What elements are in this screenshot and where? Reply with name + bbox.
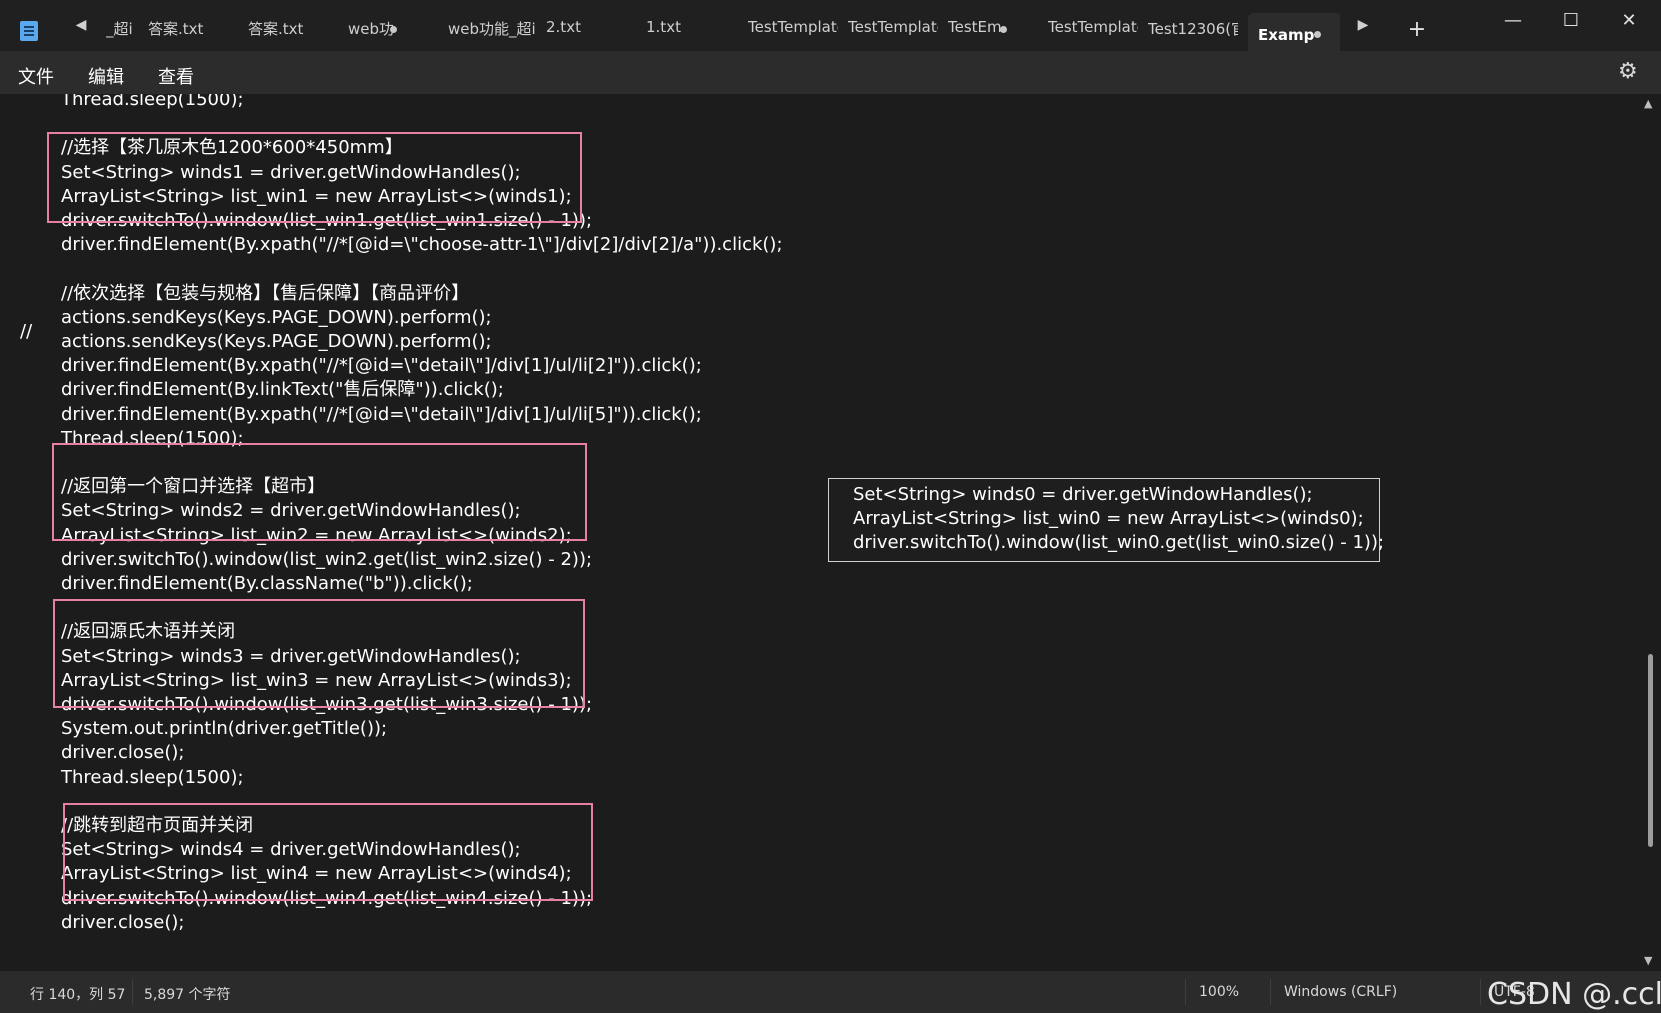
title-bar: ◀ _超i 答案.txt 答案.txt web功 web功能_超i 2.txt 1.txt T… <box>0 0 1661 51</box>
line-ending[interactable]: Windows (CRLF) <box>1284 984 1397 1000</box>
status-divider <box>1270 979 1271 1005</box>
popup-line: Set<String> winds0 = driver.getWindowHan… <box>853 484 1313 505</box>
popup-line: driver.switchTo().window(list_win0.get(l… <box>853 532 1385 553</box>
tab-3[interactable]: web功 <box>348 18 418 48</box>
tab-label: TestTemplate <box>1048 18 1138 36</box>
menu-bar: 文件 编辑 查看 ⚙ <box>0 51 1661 94</box>
code-line: driver.switchTo().window(list_win2.get(l… <box>61 548 593 570</box>
popup-line: ArrayList<String> list_win0 = new ArrayL… <box>853 508 1364 529</box>
character-count: 5,897 个字符 <box>144 987 231 1003</box>
maximize-button[interactable]: ☐ <box>1556 10 1586 31</box>
tab-scroll-left-icon[interactable]: ◀ <box>70 17 92 33</box>
tab-9[interactable]: TestEm <box>948 18 1028 48</box>
code-line: //依次选择【包装与规格】【售后保障】【商品评价】 <box>61 282 470 304</box>
code-line: actions.sendKeys(Keys.PAGE_DOWN).perform… <box>61 331 492 352</box>
status-divider <box>132 979 133 1005</box>
code-snippet-popup: Set<String> winds0 = driver.getWindowHan… <box>828 478 1384 562</box>
tab-2[interactable]: 答案.txt <box>248 18 338 48</box>
tab-6[interactable]: 1.txt <box>646 18 732 48</box>
vertical-scrollbar[interactable]: ▲ ▼ <box>1640 94 1661 971</box>
settings-gear-icon[interactable]: ⚙ <box>1618 59 1638 84</box>
status-bar: 行 140，列 57 5,897 个字符 100% Windows (CRLF)… <box>0 971 1661 1013</box>
code-line: Thread.sleep(1500); <box>61 94 244 110</box>
close-window-button[interactable]: ✕ <box>1614 10 1644 31</box>
tab-5[interactable]: 2.txt <box>546 18 632 48</box>
scrollbar-thumb[interactable] <box>1648 654 1653 847</box>
unsaved-dot-icon <box>390 26 397 33</box>
highlight-box-3 <box>53 599 585 708</box>
menu-file[interactable]: 文件 <box>18 63 54 89</box>
text-editor[interactable]: Thread.sleep(1500);//选择【茶几原木色1200*600*45… <box>0 94 1640 971</box>
code-line: driver.findElement(By.xpath("//*[@id=\"d… <box>61 355 702 377</box>
minimize-button[interactable]: — <box>1498 10 1528 31</box>
tab-10[interactable]: TestTemplate <box>1048 18 1138 48</box>
tab-label: 答案.txt <box>148 20 204 38</box>
gutter-comment-marker: // <box>20 321 33 342</box>
tab-label: TestTemplate <box>748 18 838 36</box>
unsaved-dot-icon <box>1000 26 1007 33</box>
highlight-box-2 <box>52 443 587 541</box>
zoom-level[interactable]: 100% <box>1199 984 1239 1000</box>
notepad-icon <box>20 21 38 41</box>
menu-edit[interactable]: 编辑 <box>88 63 124 89</box>
code-line: Thread.sleep(1500); <box>61 766 244 788</box>
tab-label: Examp <box>1258 26 1315 44</box>
tab-label: 答案.txt <box>248 20 304 38</box>
tab-label: _超i <box>106 20 133 38</box>
code-line: driver.findElement(By.xpath("//*[@id=\"d… <box>61 403 702 425</box>
tab-label: 2.txt <box>546 18 581 36</box>
tab-strip: _超i 答案.txt 答案.txt web功 web功能_超i 2.txt 1.txt Tes… <box>100 6 1340 51</box>
csdn-watermark: CSDN @.ccl <box>1487 977 1661 1012</box>
tab-12[interactable]: Examp <box>1248 13 1340 51</box>
tab-1[interactable]: 答案.txt <box>148 18 238 48</box>
tab-8[interactable]: TestTemplate <box>848 18 938 48</box>
tab-label: Test12306(官 <box>1148 20 1238 38</box>
tab-label: TestTemplate <box>848 18 938 36</box>
tab-0[interactable]: _超i <box>106 18 136 48</box>
code-line: driver.findElement(By.xpath("//*[@id=\"c… <box>61 234 783 256</box>
highlight-box-4 <box>63 803 593 901</box>
status-divider <box>1185 979 1186 1005</box>
code-line: driver.close(); <box>61 911 185 933</box>
unsaved-dot-icon <box>1314 31 1321 38</box>
code-line: driver.findElement(By.className("b")).cl… <box>61 573 473 594</box>
code-line: System.out.println(driver.getTitle()); <box>61 718 388 740</box>
tab-11[interactable]: Test12306(官 <box>1148 18 1238 48</box>
new-tab-button[interactable]: + <box>1405 17 1429 42</box>
tab-scroll-right-icon[interactable]: ▶ <box>1352 17 1374 33</box>
tab-label: web功 <box>348 20 395 38</box>
status-divider <box>1480 979 1481 1005</box>
scroll-up-icon[interactable]: ▲ <box>1644 97 1652 110</box>
menu-view[interactable]: 查看 <box>158 63 194 89</box>
code-line: actions.sendKeys(Keys.PAGE_DOWN).perform… <box>61 306 492 328</box>
code-line: driver.findElement(By.linkText("售后保障")).… <box>61 379 504 401</box>
tab-label: 1.txt <box>646 18 681 36</box>
highlight-box-1 <box>47 132 582 223</box>
tab-7[interactable]: TestTemplate <box>748 18 838 48</box>
code-line: driver.close(); <box>61 742 185 764</box>
tab-4[interactable]: web功能_超i <box>448 18 536 48</box>
tab-label: TestEm <box>948 18 1002 36</box>
scroll-down-icon[interactable]: ▼ <box>1644 954 1652 967</box>
cursor-position: 行 140，列 57 <box>30 987 126 1003</box>
tab-label: web功能_超i <box>448 20 536 38</box>
